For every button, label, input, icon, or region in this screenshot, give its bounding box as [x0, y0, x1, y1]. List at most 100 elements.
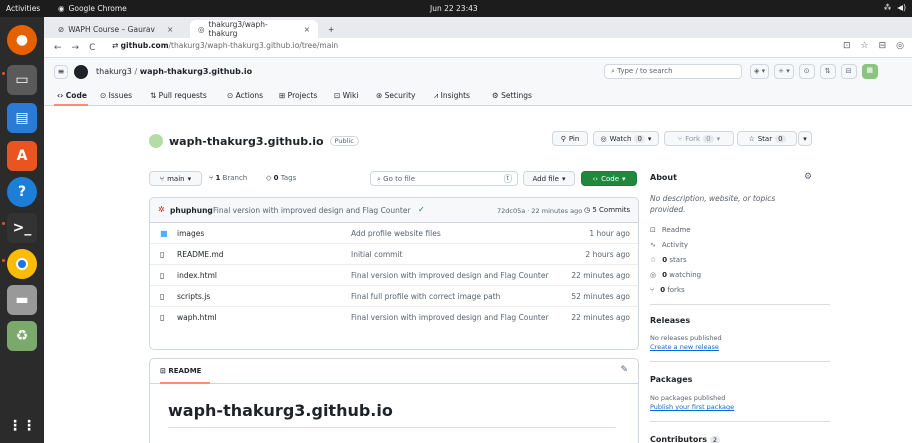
- go-to-file-input[interactable]: ⌕ Go to file t: [370, 171, 518, 186]
- code-label: Code: [601, 174, 619, 183]
- app-center-icon[interactable]: A: [7, 141, 37, 171]
- bookmark-star-icon[interactable]: ☆: [861, 41, 869, 51]
- profile-icon[interactable]: ◎: [896, 41, 904, 51]
- help-icon[interactable]: ?: [7, 177, 37, 207]
- chevron-down-icon: ▾: [622, 174, 626, 183]
- url-path: /thakurg3/waph-thakurg3.github.io/tree/m…: [168, 41, 339, 50]
- tab-wiki[interactable]: ⊡ Wiki: [334, 91, 358, 100]
- tab-close-icon[interactable]: ×: [304, 25, 310, 34]
- releases-title[interactable]: Releases: [650, 316, 690, 325]
- extensions-icon[interactable]: ⊟: [879, 41, 887, 51]
- file-name[interactable]: README.md: [177, 250, 224, 259]
- commit-message[interactable]: Final version with improved design and F…: [213, 206, 411, 215]
- pin-button[interactable]: ⚲ Pin: [552, 131, 588, 146]
- star-dropdown-button[interactable]: ▾: [798, 131, 812, 146]
- issues-icon[interactable]: ⊙: [798, 64, 815, 79]
- contributors-title[interactable]: Contributors 2: [650, 435, 720, 443]
- avatar[interactable]: ▦: [861, 64, 878, 79]
- show-apps-icon[interactable]: ⋮⋮: [7, 411, 37, 441]
- file-name[interactable]: index.html: [177, 271, 217, 280]
- terminal-icon[interactable]: >_: [7, 213, 37, 243]
- back-icon[interactable]: ←: [54, 43, 62, 53]
- forward-icon[interactable]: →: [72, 43, 80, 53]
- tab-actions[interactable]: ⊙ Actions: [227, 91, 263, 100]
- readme-link[interactable]: ⊡ Readme: [650, 226, 691, 234]
- fork-button[interactable]: ⑂ Fork 0 ▾: [664, 131, 734, 146]
- copilot-button[interactable]: ◈ ▾: [750, 64, 770, 79]
- tab-insights[interactable]: ⩘ Insights: [434, 91, 470, 101]
- repo-title: waph-thakurg3.github.io: [169, 134, 324, 148]
- install-icon[interactable]: ⊡: [843, 41, 851, 51]
- create-release-link[interactable]: Create a new release: [650, 343, 719, 351]
- system-tray[interactable]: ⁂ ◀): [884, 3, 906, 12]
- commit-hash[interactable]: 72dc05a · 22 minutes ago: [497, 207, 582, 215]
- packages-title[interactable]: Packages: [650, 375, 692, 384]
- app-menu[interactable]: ◉ Google Chrome: [58, 4, 127, 13]
- add-file-label: Add file: [532, 174, 559, 183]
- file-name[interactable]: images: [177, 229, 204, 238]
- github-logo-icon[interactable]: [74, 65, 88, 79]
- file-commit-message[interactable]: Final full profile with correct image pa…: [351, 292, 500, 301]
- trash-icon[interactable]: ♻: [7, 321, 37, 351]
- clock[interactable]: Jun 22 23:43: [430, 4, 478, 13]
- file-row[interactable]: ▯ scripts.js Final full profile with corre…: [150, 286, 638, 307]
- tab-issues[interactable]: ⊙ Issues: [100, 91, 132, 100]
- file-row[interactable]: ■ images Add profile website files 1 hour a…: [150, 223, 638, 244]
- reload-icon[interactable]: C: [89, 43, 95, 53]
- firefox-icon[interactable]: ●: [7, 25, 37, 55]
- file-commit-message[interactable]: Final version with improved design and F…: [351, 271, 549, 280]
- tab-settings[interactable]: ⚙ Settings: [492, 91, 532, 100]
- menu-icon[interactable]: ≡: [54, 65, 68, 79]
- tab-code[interactable]: ‹› Code: [57, 91, 87, 100]
- drive-icon[interactable]: ▬: [7, 285, 37, 315]
- divider: [168, 427, 616, 428]
- file-row[interactable]: ▯ waph.html Final version with improved de…: [150, 307, 638, 328]
- commit-author[interactable]: phuphung: [170, 206, 213, 215]
- file-row[interactable]: ▯ index.html Final version with improved d…: [150, 265, 638, 286]
- chrome-dock-icon[interactable]: [7, 249, 37, 279]
- stars-link[interactable]: ☆ 0 stars: [650, 256, 687, 264]
- breadcrumb: thakurg3 / waph-thakurg3.github.io: [96, 67, 252, 76]
- repo-link[interactable]: waph-thakurg3.github.io: [140, 67, 252, 76]
- forks-link[interactable]: ⑂ 0 forks: [650, 286, 685, 294]
- tab-pull-requests[interactable]: ⇅ Pull requests: [150, 91, 207, 100]
- branches-link[interactable]: ⑂ 1 Branch: [209, 174, 247, 182]
- code-button[interactable]: ‹› Code ▾: [581, 171, 637, 186]
- tab-github[interactable]: ◎ thakurg3/waph-thakurg ×: [190, 20, 318, 38]
- create-new-button[interactable]: + ▾: [774, 64, 794, 79]
- star-button[interactable]: ☆ Star 0: [737, 131, 797, 146]
- file-commit-message[interactable]: Final version with improved design and F…: [351, 313, 549, 322]
- file-name[interactable]: scripts.js: [177, 292, 210, 301]
- file-commit-message[interactable]: Add profile website files: [351, 229, 441, 238]
- activities-button[interactable]: Activities: [6, 4, 40, 13]
- inbox-icon[interactable]: ⊟: [840, 64, 857, 79]
- watching-link[interactable]: ◎ 0 watching: [650, 271, 701, 279]
- settings-gear-icon[interactable]: ⚙: [804, 172, 812, 182]
- no-packages-text: No packages published: [650, 394, 726, 402]
- add-file-button[interactable]: Add file ▾: [523, 171, 575, 186]
- tab-close-icon[interactable]: ×: [167, 25, 173, 34]
- commits-link[interactable]: ◷ 5 Commits: [584, 206, 630, 214]
- publish-package-link[interactable]: Publish your first package: [650, 403, 734, 411]
- search-input[interactable]: ⌕ Type / to search: [604, 64, 742, 79]
- file-commit-message[interactable]: Initial commit: [351, 250, 403, 259]
- tab-waph-course[interactable]: ⊘ WAPH Course – Gaurav ×: [50, 20, 188, 38]
- file-name[interactable]: waph.html: [177, 313, 217, 322]
- new-tab-button[interactable]: +: [320, 20, 342, 38]
- owner-link[interactable]: thakurg3: [96, 67, 132, 76]
- branch-select[interactable]: ⑂ main ▾: [149, 171, 202, 186]
- tab-projects[interactable]: ⊞ Projects: [279, 91, 317, 100]
- site-info-icon[interactable]: ⇄: [112, 41, 121, 50]
- tab-security[interactable]: ⊛ Security: [376, 91, 415, 100]
- libreoffice-writer-icon[interactable]: ▤: [7, 103, 37, 133]
- edit-pencil-icon[interactable]: ✎: [620, 365, 628, 375]
- readme-tab[interactable]: ⊡ README: [160, 367, 201, 375]
- activity-link[interactable]: ∿ Activity: [650, 241, 688, 249]
- tags-link[interactable]: ◇ 0 Tags: [266, 174, 296, 182]
- watch-button[interactable]: ◎ Watch 0 ▾: [593, 131, 659, 146]
- pull-requests-icon[interactable]: ⇅: [819, 64, 836, 79]
- tab-label: thakurg3/waph-thakurg: [208, 20, 268, 38]
- file-row[interactable]: ▯ README.md Initial commit 2 hours ago: [150, 244, 638, 265]
- terminal-app-icon[interactable]: ▭: [7, 65, 37, 95]
- url-input[interactable]: ⇄ github.com/thakurg3/waph-thakurg3.gith…: [112, 41, 338, 50]
